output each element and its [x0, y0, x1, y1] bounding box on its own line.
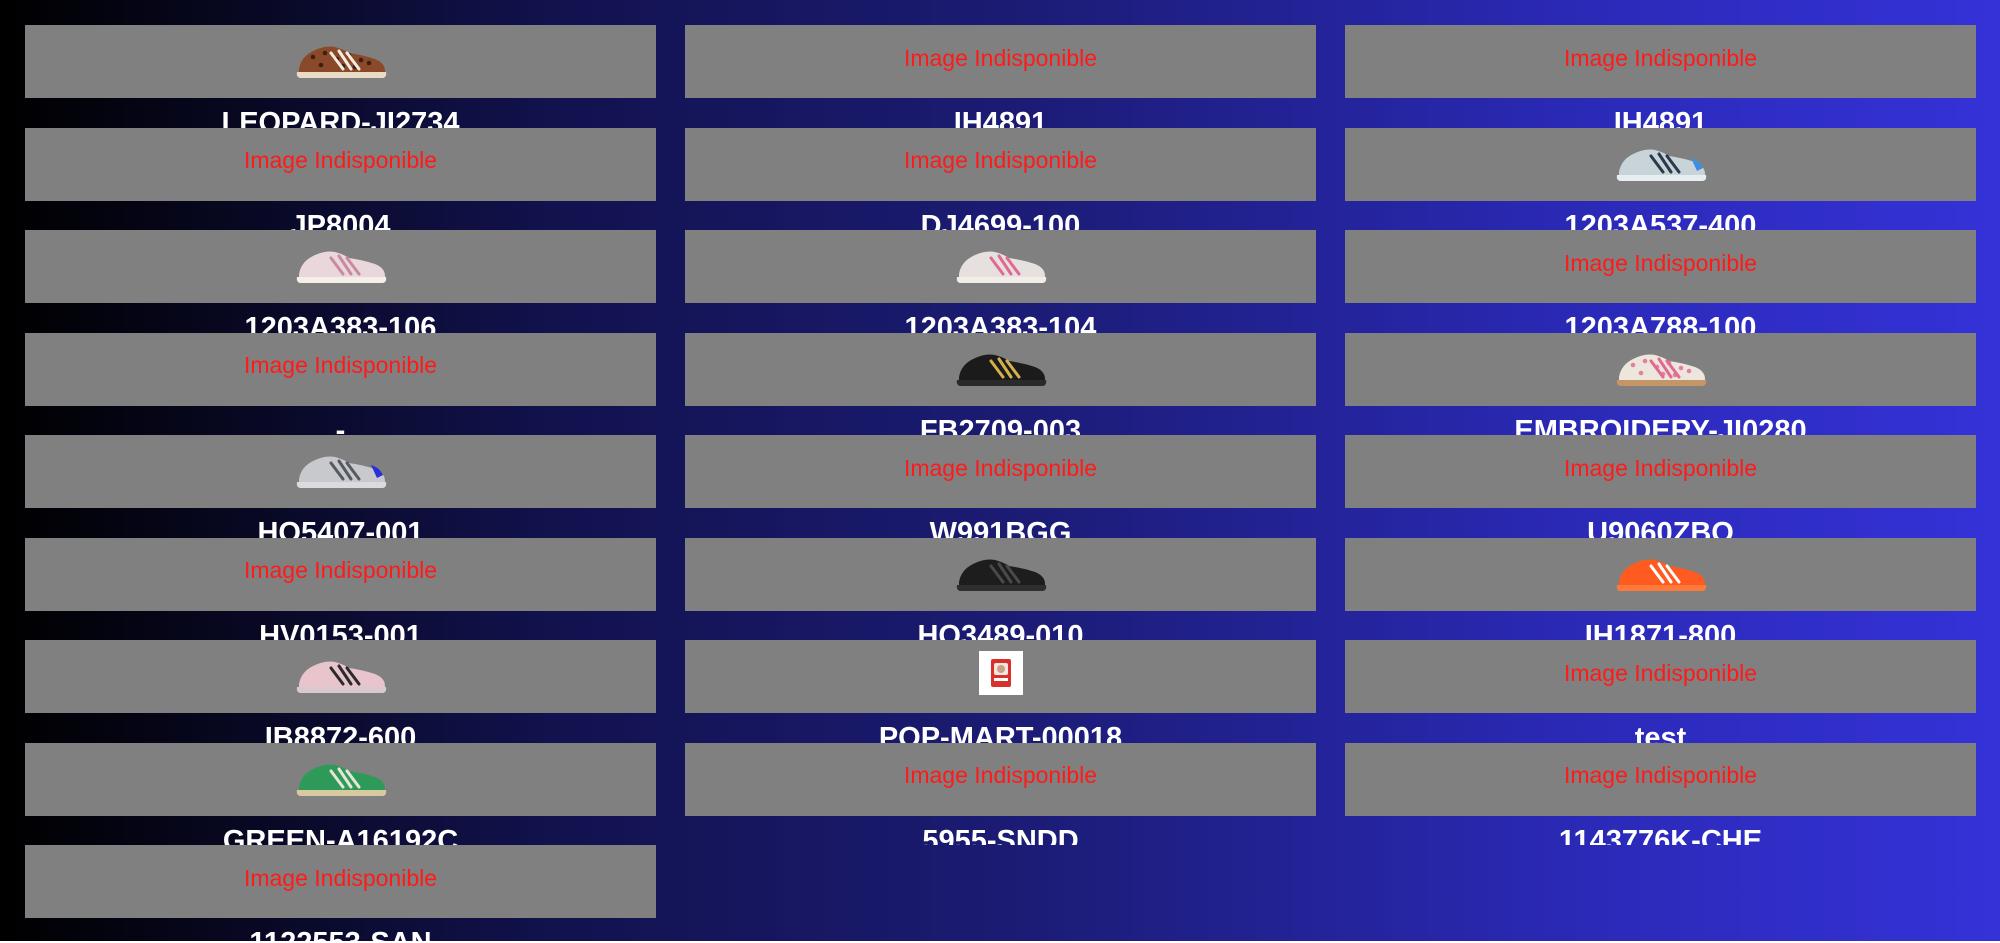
product-card[interactable]: HQ3489-01042	[685, 537, 1316, 640]
product-card[interactable]: 1203A383-10637.5	[25, 230, 656, 333]
image-unavailable: Image Indisponible	[25, 544, 656, 598]
product-sku: EMBROIDERY-JI0280	[1514, 414, 1807, 435]
product-sku: IH1871-800	[1584, 619, 1737, 640]
product-card[interactable]: Image Indisponible1203A788-10042	[1345, 230, 1976, 333]
product-card[interactable]: Image Indisponible-M	[25, 332, 656, 435]
image-unavailable-text: Image Indisponible	[903, 147, 1098, 173]
product-card[interactable]: Image Indisponible test	[1345, 640, 1976, 743]
product-sku: U9060ZBO	[1587, 517, 1734, 538]
product-sku: LEOPARD-JI2734	[221, 107, 460, 128]
orange-sneaker-icon	[1345, 544, 1976, 598]
image-unavailable: Image Indisponible	[25, 134, 656, 188]
product-sku: DJ4699-100	[920, 209, 1081, 230]
product-card[interactable]: Image IndisponibleHV0153-00144.5	[25, 537, 656, 640]
product-card[interactable]: Image IndisponibleIH489138.5	[685, 25, 1316, 128]
product-sku: HV0153-001	[259, 619, 422, 640]
product-sku: FB2709-003	[919, 414, 1082, 435]
product-card[interactable]: Image IndisponibleIH489138.5	[1345, 25, 1976, 128]
product-sku: 1203A788-100	[1564, 312, 1757, 333]
image-unavailable-text: Image Indisponible	[243, 557, 438, 583]
product-sku: W991BGG	[929, 517, 1072, 538]
image-unavailable: Image Indisponible	[685, 441, 1316, 495]
black-runner-icon	[685, 339, 1316, 393]
product-sku: -	[335, 414, 346, 435]
image-unavailable-text: Image Indisponible	[1563, 454, 1758, 481]
product-sku: 1143776K-CHE	[1558, 824, 1763, 845]
product-gallery: LEOPARD-JI273439 Image Indisponible IH4891…	[0, 0, 2000, 943]
green-sneaker-icon	[25, 749, 656, 803]
image-unavailable: Image Indisponible	[1345, 31, 1976, 85]
product-sku: HQ5407-001	[257, 517, 424, 538]
product-card[interactable]: FB2709-00345	[685, 332, 1316, 435]
product-card[interactable]: Image Indisponible1122553-SAN35, 36	[25, 845, 656, 943]
image-unavailable: Image Indisponible	[25, 339, 656, 393]
product-card[interactable]: LEOPARD-JI273439	[25, 25, 656, 128]
product-sku: 1203A383-104	[904, 312, 1097, 333]
image-unavailable: Image Indisponible	[1345, 236, 1976, 290]
white-pink-runner-icon	[685, 236, 1316, 290]
product-card[interactable]: Image IndisponibleJP800439	[25, 127, 656, 230]
product-sku: IH4891	[1613, 107, 1708, 128]
black-low-sneaker-icon	[685, 544, 1316, 598]
product-sku: IB8872-600	[264, 722, 417, 743]
product-card[interactable]: 1203A537-40042.5	[1345, 127, 1976, 230]
image-unavailable-text: Image Indisponible	[1563, 44, 1758, 71]
product-sku: 1203A383-106	[244, 312, 437, 333]
image-unavailable: Image Indisponible	[1345, 749, 1976, 803]
product-sku: HQ3489-010	[917, 619, 1084, 640]
image-unavailable-text: Image Indisponible	[1563, 762, 1758, 788]
image-unavailable-text: Image Indisponible	[1563, 659, 1758, 686]
product-sku: 5955-SNDD	[922, 824, 1079, 845]
image-unavailable: Image Indisponible	[1345, 646, 1976, 700]
image-unavailable-text: Image Indisponible	[243, 864, 438, 891]
product-card[interactable]: Image Indisponible1143776K-CHE36	[1345, 742, 1976, 845]
image-unavailable: Image Indisponible	[685, 31, 1316, 85]
product-card[interactable]: IB8872-60042	[25, 640, 656, 743]
product-card[interactable]: Image Indisponible5955-SNDD39	[685, 742, 1316, 845]
image-unavailable: Image Indisponible	[685, 134, 1316, 188]
pop-mart-box-icon	[685, 646, 1316, 700]
pink-black-runner-icon	[25, 646, 656, 700]
image-unavailable-text: Image Indisponible	[903, 762, 1098, 788]
image-unavailable: Image Indisponible	[25, 851, 656, 905]
product-sku: JP8004	[290, 209, 391, 230]
product-sku: 1203A537-400	[1564, 209, 1757, 230]
product-card[interactable]: Image IndisponibleW991BGG40	[685, 435, 1316, 538]
product-card[interactable]: 1203A383-10444	[685, 230, 1316, 333]
image-unavailable-text: Image Indisponible	[243, 147, 438, 173]
image-unavailable-text: Image Indisponible	[243, 352, 438, 378]
product-sku: POP-MART-00018	[878, 722, 1123, 743]
pink-white-runner-icon	[25, 236, 656, 290]
image-unavailable: Image Indisponible	[1345, 441, 1976, 495]
leopard-sneaker-icon	[25, 31, 656, 85]
product-card[interactable]: HQ5407-00140	[25, 435, 656, 538]
product-card[interactable]: IH1871-80045, 47, 48.5	[1345, 537, 1976, 640]
product-grid: LEOPARD-JI273439 Image Indisponible IH4891…	[25, 25, 1976, 943]
product-card[interactable]: GREEN-A16192C44	[25, 742, 656, 845]
product-card[interactable]: Image IndisponibleU9060ZBO38.5	[1345, 435, 1976, 538]
product-card[interactable]: EMBROIDERY-JI028038	[1345, 332, 1976, 435]
image-unavailable: Image Indisponible	[685, 749, 1316, 803]
product-card[interactable]: POP-MART-00018	[685, 640, 1316, 743]
image-unavailable-text: Image Indisponible	[903, 454, 1098, 481]
image-unavailable-text: Image Indisponible	[1563, 249, 1758, 276]
product-sku: test	[1634, 722, 1687, 743]
embroidered-sneaker-icon	[1345, 339, 1976, 393]
image-unavailable-text: Image Indisponible	[903, 44, 1098, 71]
product-sku: 1122553-SAN	[249, 927, 432, 943]
product-sku: GREEN-A16192C	[222, 824, 459, 845]
silver-blue-runner-icon	[1345, 134, 1976, 188]
silver-sneaker-icon	[25, 441, 656, 495]
product-card[interactable]: Image IndisponibleDJ4699-10039	[685, 127, 1316, 230]
product-sku: IH4891	[953, 107, 1048, 128]
